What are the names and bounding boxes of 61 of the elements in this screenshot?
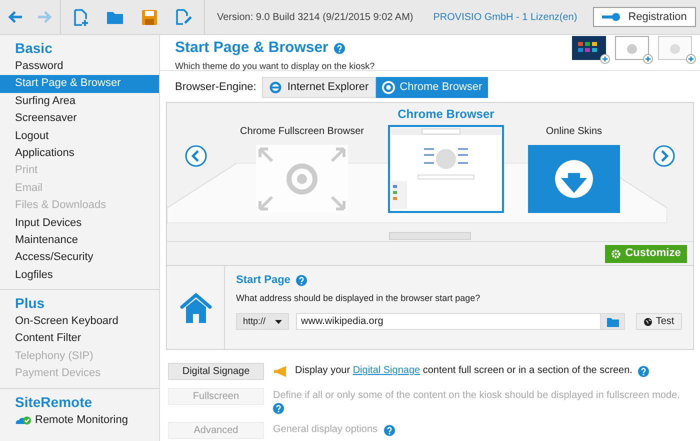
folder-icon [606, 316, 618, 326]
license-text: PROVISIO GmbH - 1 Lizenz(en) [432, 10, 578, 24]
sidebar-item[interactable]: Logout [0, 128, 159, 145]
cloud-check-icon [15, 416, 31, 425]
help-icon[interactable] [638, 366, 650, 376]
page-title: Start Page & Browser [175, 38, 328, 58]
sidebar-item[interactable]: Password [0, 58, 159, 76]
sidebar-item[interactable]: Content Filter [0, 330, 159, 348]
carousel-title: Chrome Browser [398, 106, 494, 123]
section-title: Plus [14, 294, 46, 314]
sidebar-item[interactable]: Logfiles [0, 266, 159, 284]
version-text: Version: 9.0 Build 3214 (9/21/2015 9:02 AM) [216, 10, 414, 24]
option-description: Define if all or only some of the content on the kiosk should be displayed in fullscreen mode. [273, 389, 680, 403]
carousel-title: Online Skins [546, 125, 602, 139]
sidebar-item[interactable]: On-Screen Keyboard [0, 313, 159, 330]
sidebar-item[interactable]: Surfing Area [0, 92, 159, 110]
edit-document-icon[interactable] [175, 9, 192, 25]
browser-theme-drawing[interactable] [388, 125, 504, 213]
page-subtitle: Which theme do you want to display on the kiosk? [175, 60, 375, 73]
new-document-icon[interactable] [73, 8, 89, 26]
scrollbar-thumb[interactable] [389, 232, 471, 240]
carousel-title: Chrome Fullscreen Browser [240, 125, 364, 139]
back-arrow-icon[interactable] [8, 9, 24, 25]
sidebar-item[interactable]: Maintenance [0, 232, 159, 250]
test-button[interactable]: Test [636, 313, 682, 330]
theme-thumbnail[interactable] [658, 36, 696, 64]
engine-label: Browser-Engine: [175, 80, 256, 95]
help-icon[interactable] [296, 274, 308, 286]
dropdown-caret-icon [275, 320, 282, 324]
sidebar-item[interactable]: Access/Security [0, 249, 159, 267]
section-title: SiteRemote [14, 392, 94, 412]
gear-icon [611, 248, 622, 258]
help-icon[interactable] [334, 42, 346, 54]
theme-thumbnail[interactable] [572, 36, 610, 64]
url-field[interactable]: www.wikipedia.org [296, 313, 601, 330]
browse-button[interactable] [601, 313, 625, 330]
registration-button[interactable]: Registration [593, 7, 696, 27]
sidebar-item[interactable]: Remote Monitoring [0, 412, 159, 430]
sidebar-item[interactable]: Start Page & Browser [0, 75, 159, 93]
option-description: General display options [273, 423, 378, 437]
engine-tab[interactable]: Chrome Browser [376, 76, 488, 98]
home-icon [178, 292, 212, 324]
option-button[interactable]: Digital Signage [168, 363, 264, 380]
megaphone-icon [273, 366, 289, 376]
start-page-question: What address should be displayed in the browser start page? [236, 292, 482, 305]
folder-icon[interactable] [107, 10, 124, 24]
protocol-dropdown[interactable]: http:// [236, 313, 289, 330]
sidebar-item[interactable]: Applications [0, 144, 159, 162]
section-title: Start Page [236, 273, 290, 288]
section-title: Basic [14, 39, 54, 58]
theme-thumbnail[interactable] [615, 36, 653, 64]
sidebar-item[interactable]: Screensaver [0, 110, 159, 128]
digital-signage-link[interactable]: Digital Signage [352, 365, 420, 376]
option-description: Display your Digital Signage content full screen or in a section of the screen. [295, 364, 632, 378]
engine-tab[interactable]: Internet Explorer [262, 76, 376, 98]
key-icon [602, 13, 620, 21]
online-skins-drawing[interactable] [528, 145, 620, 213]
sidebar-item[interactable]: Input Devices [0, 214, 159, 232]
help-icon[interactable] [384, 424, 395, 436]
save-icon[interactable] [142, 10, 157, 24]
help-icon[interactable] [273, 403, 284, 414]
